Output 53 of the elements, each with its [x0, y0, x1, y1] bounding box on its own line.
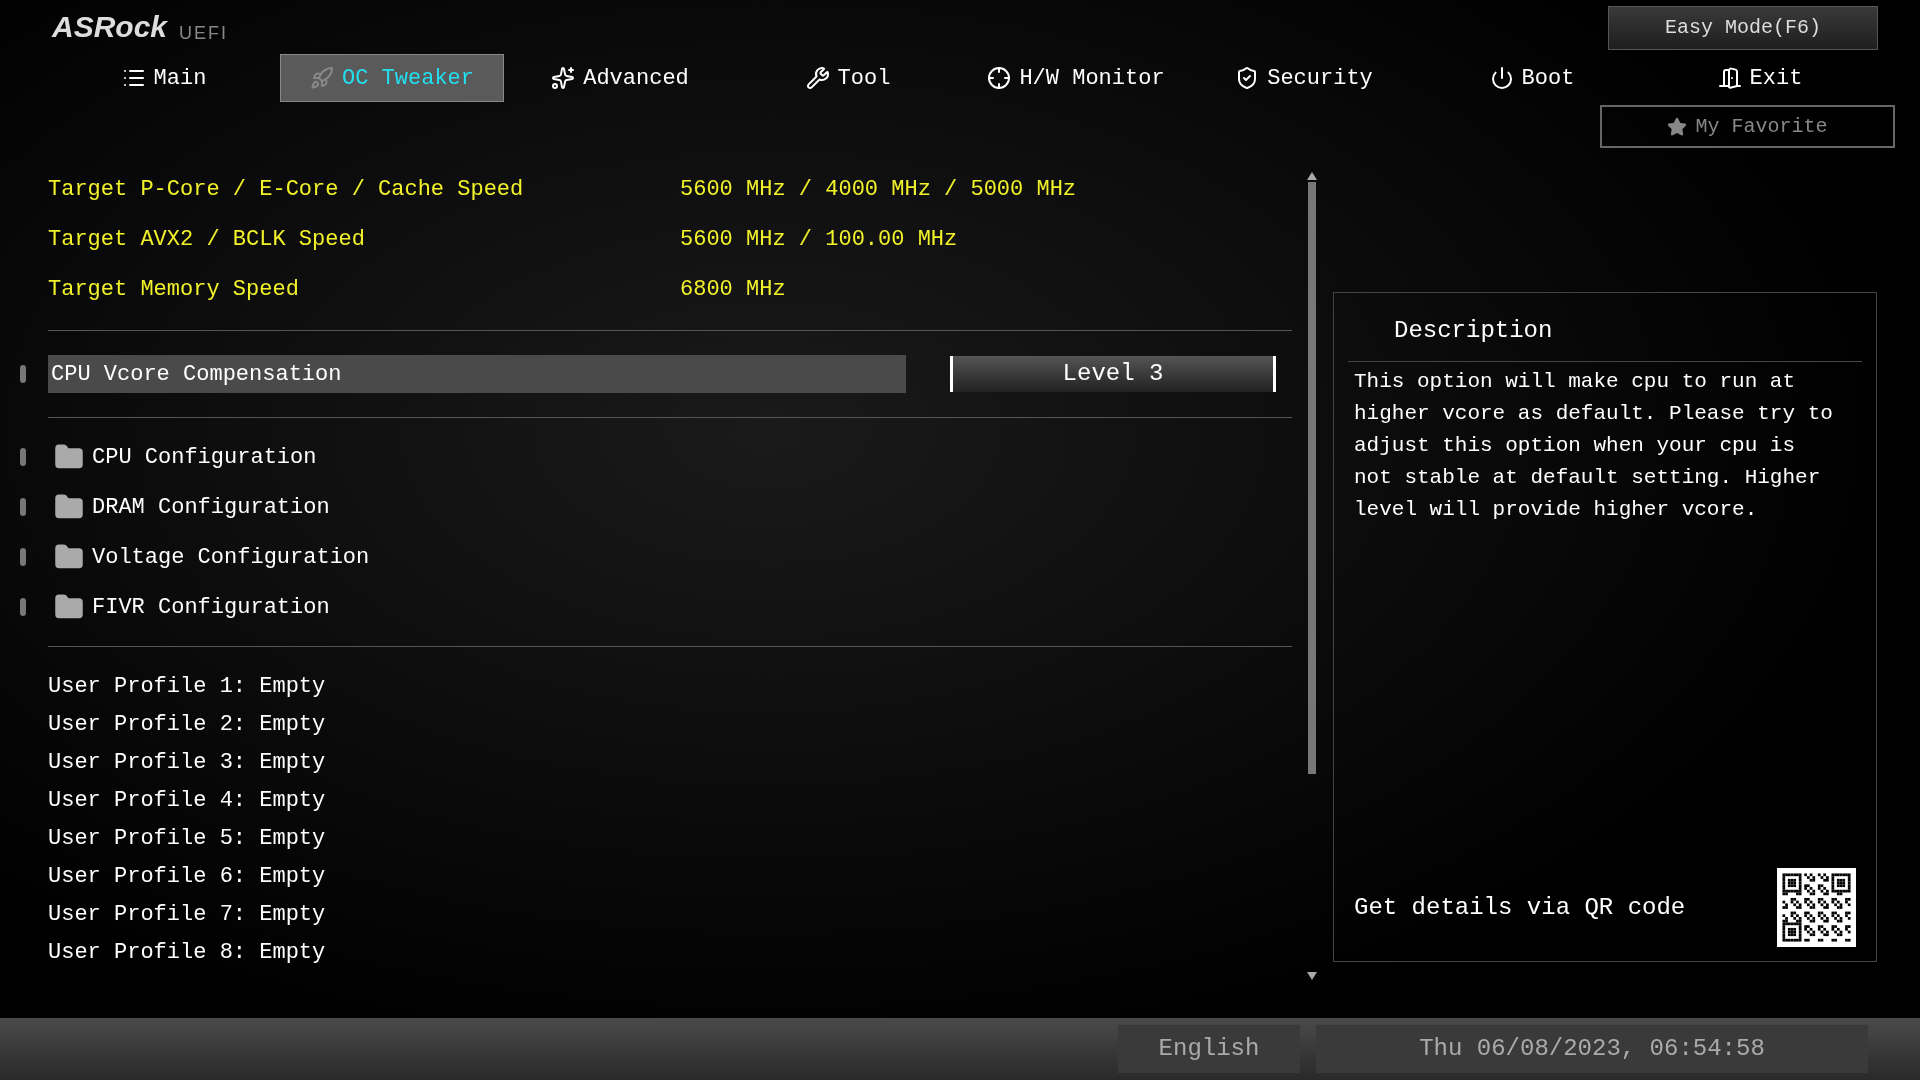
tools-icon [805, 66, 830, 90]
profile-item[interactable]: User Profile 2: Empty [48, 707, 326, 741]
star-icon [551, 66, 576, 90]
row-marker-icon [20, 548, 26, 566]
profile-item[interactable]: User Profile 5: Empty [48, 821, 326, 855]
rocket-icon [310, 66, 334, 90]
info-value: 5600 MHz / 100.00 MHz [680, 225, 958, 254]
nav-tab[interactable]: Exit [1648, 54, 1872, 102]
description-text: This option will make cpu to run at higher vcore as default. Please try to adjust this option when your cpu is not stable at default setting. Higher level will provide higher vcore. [1354, 369, 1834, 523]
profile-item[interactable]: User Profile 8: Empty [48, 935, 326, 969]
nav-tab[interactable]: Main [52, 54, 276, 102]
info-label: Target Memory Speed [48, 275, 300, 304]
power-icon [1489, 66, 1514, 90]
nav-tab[interactable]: OC Tweaker [280, 54, 504, 102]
nav-tab[interactable]: Security [1192, 54, 1416, 102]
scroll-up-icon[interactable] [1307, 172, 1317, 180]
door-icon [1717, 66, 1742, 90]
profile-item[interactable]: User Profile 1: Empty [48, 669, 326, 703]
qr-code-icon [1777, 868, 1856, 947]
scroll-down-icon[interactable] [1307, 972, 1317, 980]
nav-tab[interactable]: Boot [1420, 54, 1644, 102]
nav-tab[interactable]: H/W Monitor [964, 54, 1188, 102]
info-label: Target P-Core / E-Core / Cache Speed [48, 175, 525, 204]
profile-item[interactable]: User Profile 3: Empty [48, 745, 326, 779]
info-value: 5600 MHz / 4000 MHz / 5000 MHz [680, 175, 1077, 204]
profile-item[interactable]: User Profile 7: Empty [48, 897, 326, 931]
nav-tab[interactable]: Tool [736, 54, 960, 102]
language-button[interactable]: English [1118, 1025, 1300, 1073]
submenu-item[interactable]: CPU Configuration [54, 440, 325, 474]
row-marker-icon [20, 365, 26, 383]
setting-value[interactable]: Level 3 [950, 356, 1276, 392]
logo-suffix: UEFI [179, 24, 229, 42]
scrollbar[interactable] [1305, 172, 1319, 980]
submenu-item[interactable]: DRAM Configuration [54, 490, 338, 524]
profile-item[interactable]: User Profile 6: Empty [48, 859, 326, 893]
setting-row[interactable]: CPU Vcore Compensation [48, 355, 906, 393]
profile-item[interactable]: User Profile 4: Empty [48, 783, 326, 817]
submenu-item[interactable]: Voltage Configuration [54, 540, 378, 574]
logo: ASRock [52, 12, 168, 42]
star-icon [1667, 116, 1688, 137]
row-marker-icon [20, 598, 26, 616]
favorite-button[interactable]: My Favorite [1600, 105, 1895, 148]
submenu-item[interactable]: FIVR Configuration [54, 590, 338, 624]
datetime: Thu 06/08/2023, 06:54:58 [1316, 1025, 1868, 1073]
row-marker-icon [20, 498, 26, 516]
info-label: Target AVX2 / BCLK Speed [48, 225, 366, 254]
crosshair-icon [987, 66, 1012, 90]
row-marker-icon [20, 448, 26, 466]
description-title: Description [1393, 316, 1554, 346]
easy-mode-button[interactable]: Easy Mode(F6) [1608, 6, 1878, 50]
info-value: 6800 MHz [680, 275, 786, 304]
qr-label: Get details via QR code [1354, 892, 1686, 923]
nav-tab[interactable]: Advanced [508, 54, 732, 102]
